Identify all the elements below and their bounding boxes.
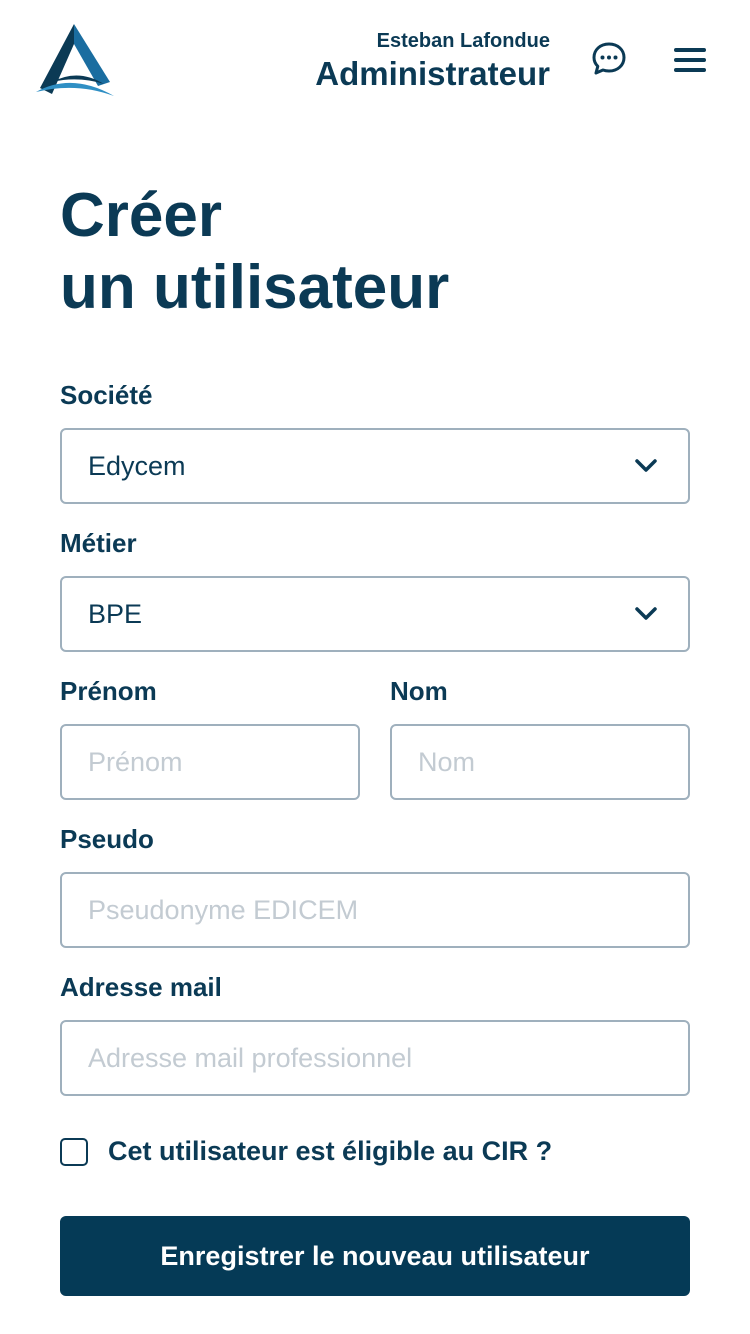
metier-label: Métier bbox=[60, 528, 137, 558]
chevron-down-icon bbox=[635, 459, 657, 472]
app-header: Esteban Lafondue Administrateur bbox=[0, 0, 750, 120]
email-label: Adresse mail bbox=[60, 972, 222, 1002]
email-input[interactable] bbox=[60, 1020, 690, 1096]
cir-checkbox-label[interactable]: Cet utilisateur est éligible au CIR ? bbox=[108, 1136, 552, 1167]
user-role: Administrateur bbox=[315, 55, 550, 92]
chat-icon[interactable] bbox=[590, 40, 628, 78]
page-title: Créer un utilisateur bbox=[60, 180, 449, 324]
societe-select[interactable]: Edycem bbox=[60, 428, 690, 504]
chevron-down-icon bbox=[635, 607, 657, 620]
page-title-line1: Créer bbox=[60, 181, 222, 250]
cir-checkbox[interactable] bbox=[60, 1138, 88, 1166]
societe-label: Société bbox=[60, 380, 153, 410]
prenom-label: Prénom bbox=[60, 676, 157, 706]
page-title-line2: un utilisateur bbox=[60, 253, 450, 322]
prenom-input[interactable] bbox=[60, 724, 360, 800]
nom-input[interactable] bbox=[390, 724, 690, 800]
metier-select[interactable]: BPE bbox=[60, 576, 690, 652]
hamburger-menu-icon[interactable] bbox=[670, 44, 710, 76]
submit-button[interactable]: Enregistrer le nouveau utilisateur bbox=[60, 1216, 690, 1296]
pseudo-input[interactable] bbox=[60, 872, 690, 948]
pseudo-label: Pseudo bbox=[60, 824, 154, 854]
user-name: Esteban Lafondue bbox=[376, 30, 550, 52]
logo-icon[interactable] bbox=[32, 22, 116, 98]
nom-label: Nom bbox=[390, 676, 448, 706]
metier-selected-value: BPE bbox=[88, 598, 143, 629]
societe-selected-value: Edycem bbox=[88, 450, 186, 481]
user-info[interactable]: Esteban Lafondue Administrateur bbox=[315, 30, 550, 94]
